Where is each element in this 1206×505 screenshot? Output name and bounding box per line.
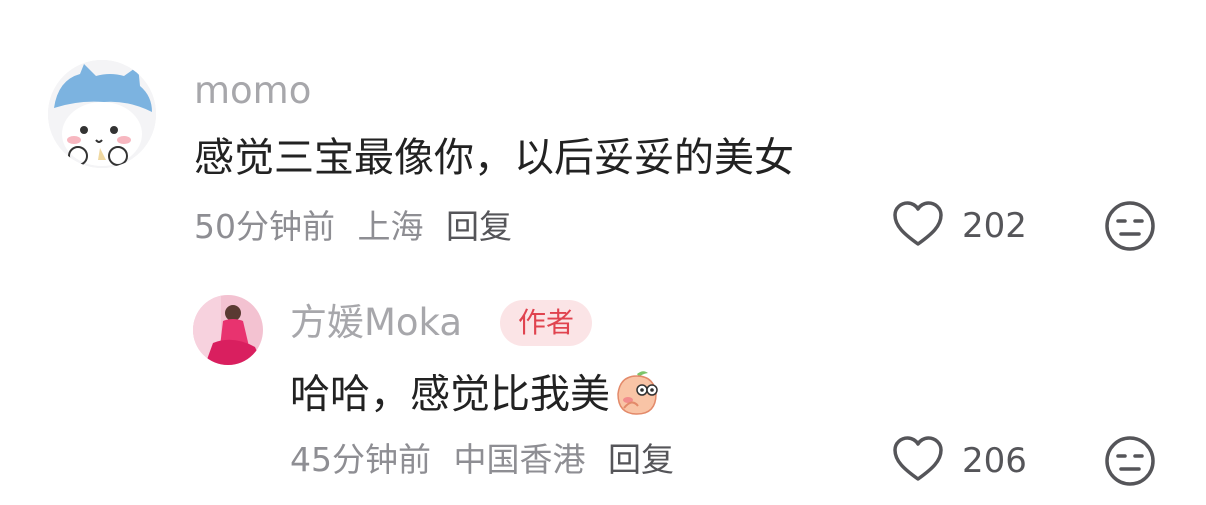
like-count: 202 xyxy=(962,206,1027,246)
reply-button[interactable]: 回复 xyxy=(608,440,674,479)
unamused-face-icon xyxy=(1104,201,1156,256)
reply-text: 哈哈，感觉比我美 xyxy=(290,368,662,425)
comment-meta: 50分钟前 上海 回复 xyxy=(194,210,524,243)
reply-button[interactable]: 回复 xyxy=(446,207,512,246)
comment-location: 上海 xyxy=(357,207,424,246)
dislike-button[interactable] xyxy=(1104,200,1156,256)
like-button[interactable]: 202 xyxy=(892,200,1027,252)
heart-icon xyxy=(892,435,944,487)
reply-text-body: 哈哈，感觉比我美 xyxy=(290,371,610,418)
unamused-face-icon xyxy=(1104,436,1156,491)
avatar[interactable] xyxy=(48,60,156,168)
heart-icon xyxy=(892,200,944,252)
comment-text: 感觉三宝最像你，以后妥妥的美女 xyxy=(194,135,794,181)
author-badge: 作者 xyxy=(500,300,593,346)
reply-meta: 45分钟前 中国香港 回复 xyxy=(290,443,686,476)
dislike-button[interactable] xyxy=(1104,435,1156,491)
reply-location: 中国香港 xyxy=(453,440,586,479)
avatar[interactable] xyxy=(193,295,263,365)
comment-username[interactable]: momo xyxy=(194,72,311,109)
peach-shy-emoji xyxy=(612,368,662,425)
like-button[interactable]: 206 xyxy=(892,435,1027,487)
like-count: 206 xyxy=(962,441,1027,481)
reply-username[interactable]: 方媛Moka xyxy=(290,304,462,341)
reply-time: 45分钟前 xyxy=(290,440,431,479)
comment-time: 50分钟前 xyxy=(194,207,335,246)
